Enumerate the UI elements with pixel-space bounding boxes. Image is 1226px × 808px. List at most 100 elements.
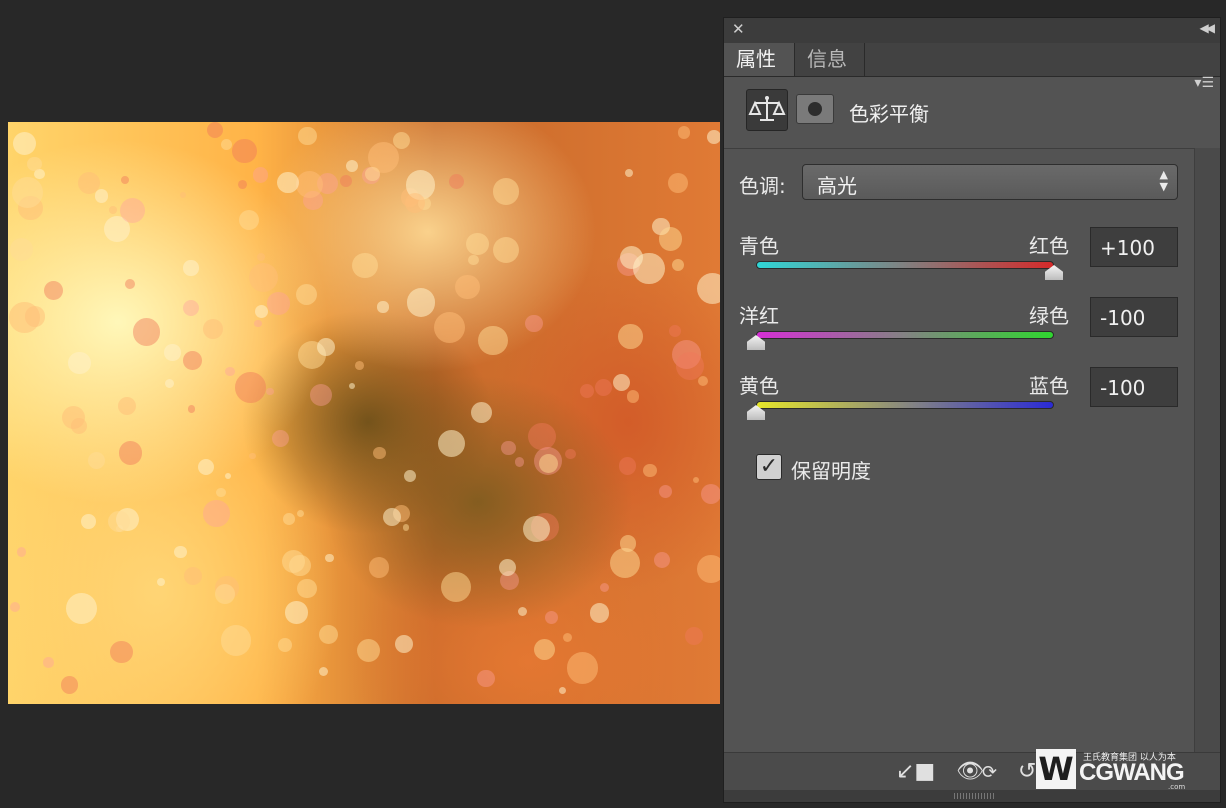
bokeh-spot [43, 657, 54, 668]
bokeh-spot [253, 167, 269, 183]
bokeh-spot [296, 510, 304, 518]
bokeh-spot [668, 172, 688, 193]
slider-label-cyan: 青色 [739, 234, 779, 258]
bokeh-spot [684, 626, 703, 645]
bokeh-spot [677, 125, 691, 139]
bokeh-spot [599, 582, 609, 592]
bokeh-spot [653, 551, 670, 568]
layer-mask-icon[interactable] [796, 94, 834, 124]
bokeh-spot [567, 652, 599, 684]
bokeh-spot [517, 607, 528, 617]
bokeh-spot [285, 601, 308, 624]
bokeh-spot [589, 602, 610, 623]
bokeh-spot [349, 383, 356, 390]
slider-label-yellow: 黄色 [739, 374, 779, 398]
bokeh-spot [281, 549, 305, 573]
bokeh-spot [441, 572, 472, 603]
slider-label-magenta: 洋红 [739, 304, 779, 328]
bokeh-spot [297, 578, 317, 599]
toggle-arrows-icon[interactable]: ⟳ [982, 762, 997, 783]
bokeh-spot [612, 373, 631, 392]
bokeh-spot [266, 388, 274, 396]
bokeh-spot [220, 138, 232, 150]
bokeh-spot [339, 174, 353, 188]
bokeh-spot [498, 558, 516, 576]
bokeh-spot [434, 312, 466, 344]
bokeh-spot [44, 281, 64, 301]
bokeh-spot [594, 378, 613, 397]
bokeh-spot [278, 638, 293, 653]
bokeh-spot [544, 611, 558, 625]
bokeh-spot [352, 253, 378, 279]
panel-title-bar: ✕ ◀◀ [724, 18, 1220, 44]
bokeh-spot [220, 625, 252, 656]
reset-icon[interactable]: ↺ [1018, 759, 1036, 784]
bokeh-spot [66, 592, 98, 625]
bokeh-spot [224, 472, 232, 480]
bokeh-spot [81, 513, 97, 529]
value-field-magenta-green[interactable]: -100 [1090, 297, 1178, 337]
tone-select[interactable]: 高光 ▲ ▼ [802, 164, 1178, 200]
bokeh-spot [470, 402, 492, 424]
resize-grip-icon[interactable] [954, 793, 994, 799]
bokeh-spot [164, 378, 175, 389]
preserve-luminosity-checkbox[interactable]: ✓ [756, 454, 782, 480]
color-balance-icon[interactable] [746, 89, 788, 131]
bokeh-spot [626, 390, 640, 403]
bokeh-spot [357, 638, 381, 662]
bokeh-spot [215, 487, 226, 498]
slider-row-cyan-red: 青色 红色 +100 [724, 227, 1220, 300]
bokeh-spot [254, 319, 262, 327]
bokeh-spot [318, 666, 329, 676]
slider-track-magenta-green[interactable] [756, 331, 1054, 339]
bokeh-spot [197, 458, 214, 476]
bokeh-spot [11, 176, 44, 209]
value-field-yellow-blue[interactable]: -100 [1090, 367, 1178, 407]
bokeh-spot [182, 299, 199, 316]
bokeh-spot [563, 632, 573, 643]
bokeh-spot [108, 510, 130, 532]
bokeh-spot [404, 192, 426, 214]
bokeh-spot [696, 272, 720, 305]
slider-track-yellow-blue[interactable] [756, 401, 1054, 409]
bokeh-spot [179, 191, 187, 198]
slider-label-red: 红色 [1029, 234, 1069, 258]
bokeh-spot [256, 253, 265, 261]
bokeh-spot [276, 171, 299, 194]
close-icon[interactable]: ✕ [732, 20, 745, 38]
bokeh-spot [403, 470, 416, 483]
tab-properties[interactable]: 属性 [724, 43, 795, 76]
bokeh-spot [658, 227, 683, 251]
tab-info[interactable]: 信息 [795, 43, 865, 76]
bokeh-spot [206, 122, 223, 139]
bokeh-spot [620, 535, 637, 552]
panel-resize-strip[interactable] [724, 790, 1220, 802]
bokeh-spot [466, 232, 489, 256]
bokeh-spot [183, 567, 202, 586]
bokeh-spot [254, 304, 269, 319]
bokeh-spot [675, 352, 704, 380]
bokeh-spot [164, 344, 181, 361]
bokeh-spot [132, 318, 161, 346]
slider-track-cyan-red[interactable] [756, 261, 1054, 269]
view-previous-state-icon[interactable]: 👁 [956, 759, 984, 784]
bokeh-spot [121, 176, 129, 184]
bokeh-spot [325, 553, 335, 563]
clip-to-layer-icon[interactable]: ↙■ [896, 759, 935, 784]
bokeh-spot [203, 500, 230, 527]
bokeh-spot [117, 397, 136, 416]
bokeh-spot [239, 209, 260, 230]
bokeh-spot [500, 440, 516, 456]
bokeh-spot [377, 301, 389, 313]
bokeh-spot [692, 476, 699, 483]
bokeh-spot [298, 126, 317, 146]
properties-panel: ✕ ◀◀ 属性 信息 ▾☰ 色彩平衡 色调: 高光 ▲ ▼ 青色 红色 +100… [723, 17, 1221, 803]
bokeh-spot [707, 130, 720, 144]
bokeh-spot [700, 484, 720, 505]
bokeh-spot [183, 260, 199, 276]
panel-scrollbar[interactable] [1194, 148, 1220, 752]
value-field-cyan-red[interactable]: +100 [1090, 227, 1178, 267]
collapse-panel-icon[interactable]: ◀◀ [1200, 21, 1216, 35]
bokeh-spot [697, 376, 709, 387]
bokeh-spot [225, 367, 235, 377]
